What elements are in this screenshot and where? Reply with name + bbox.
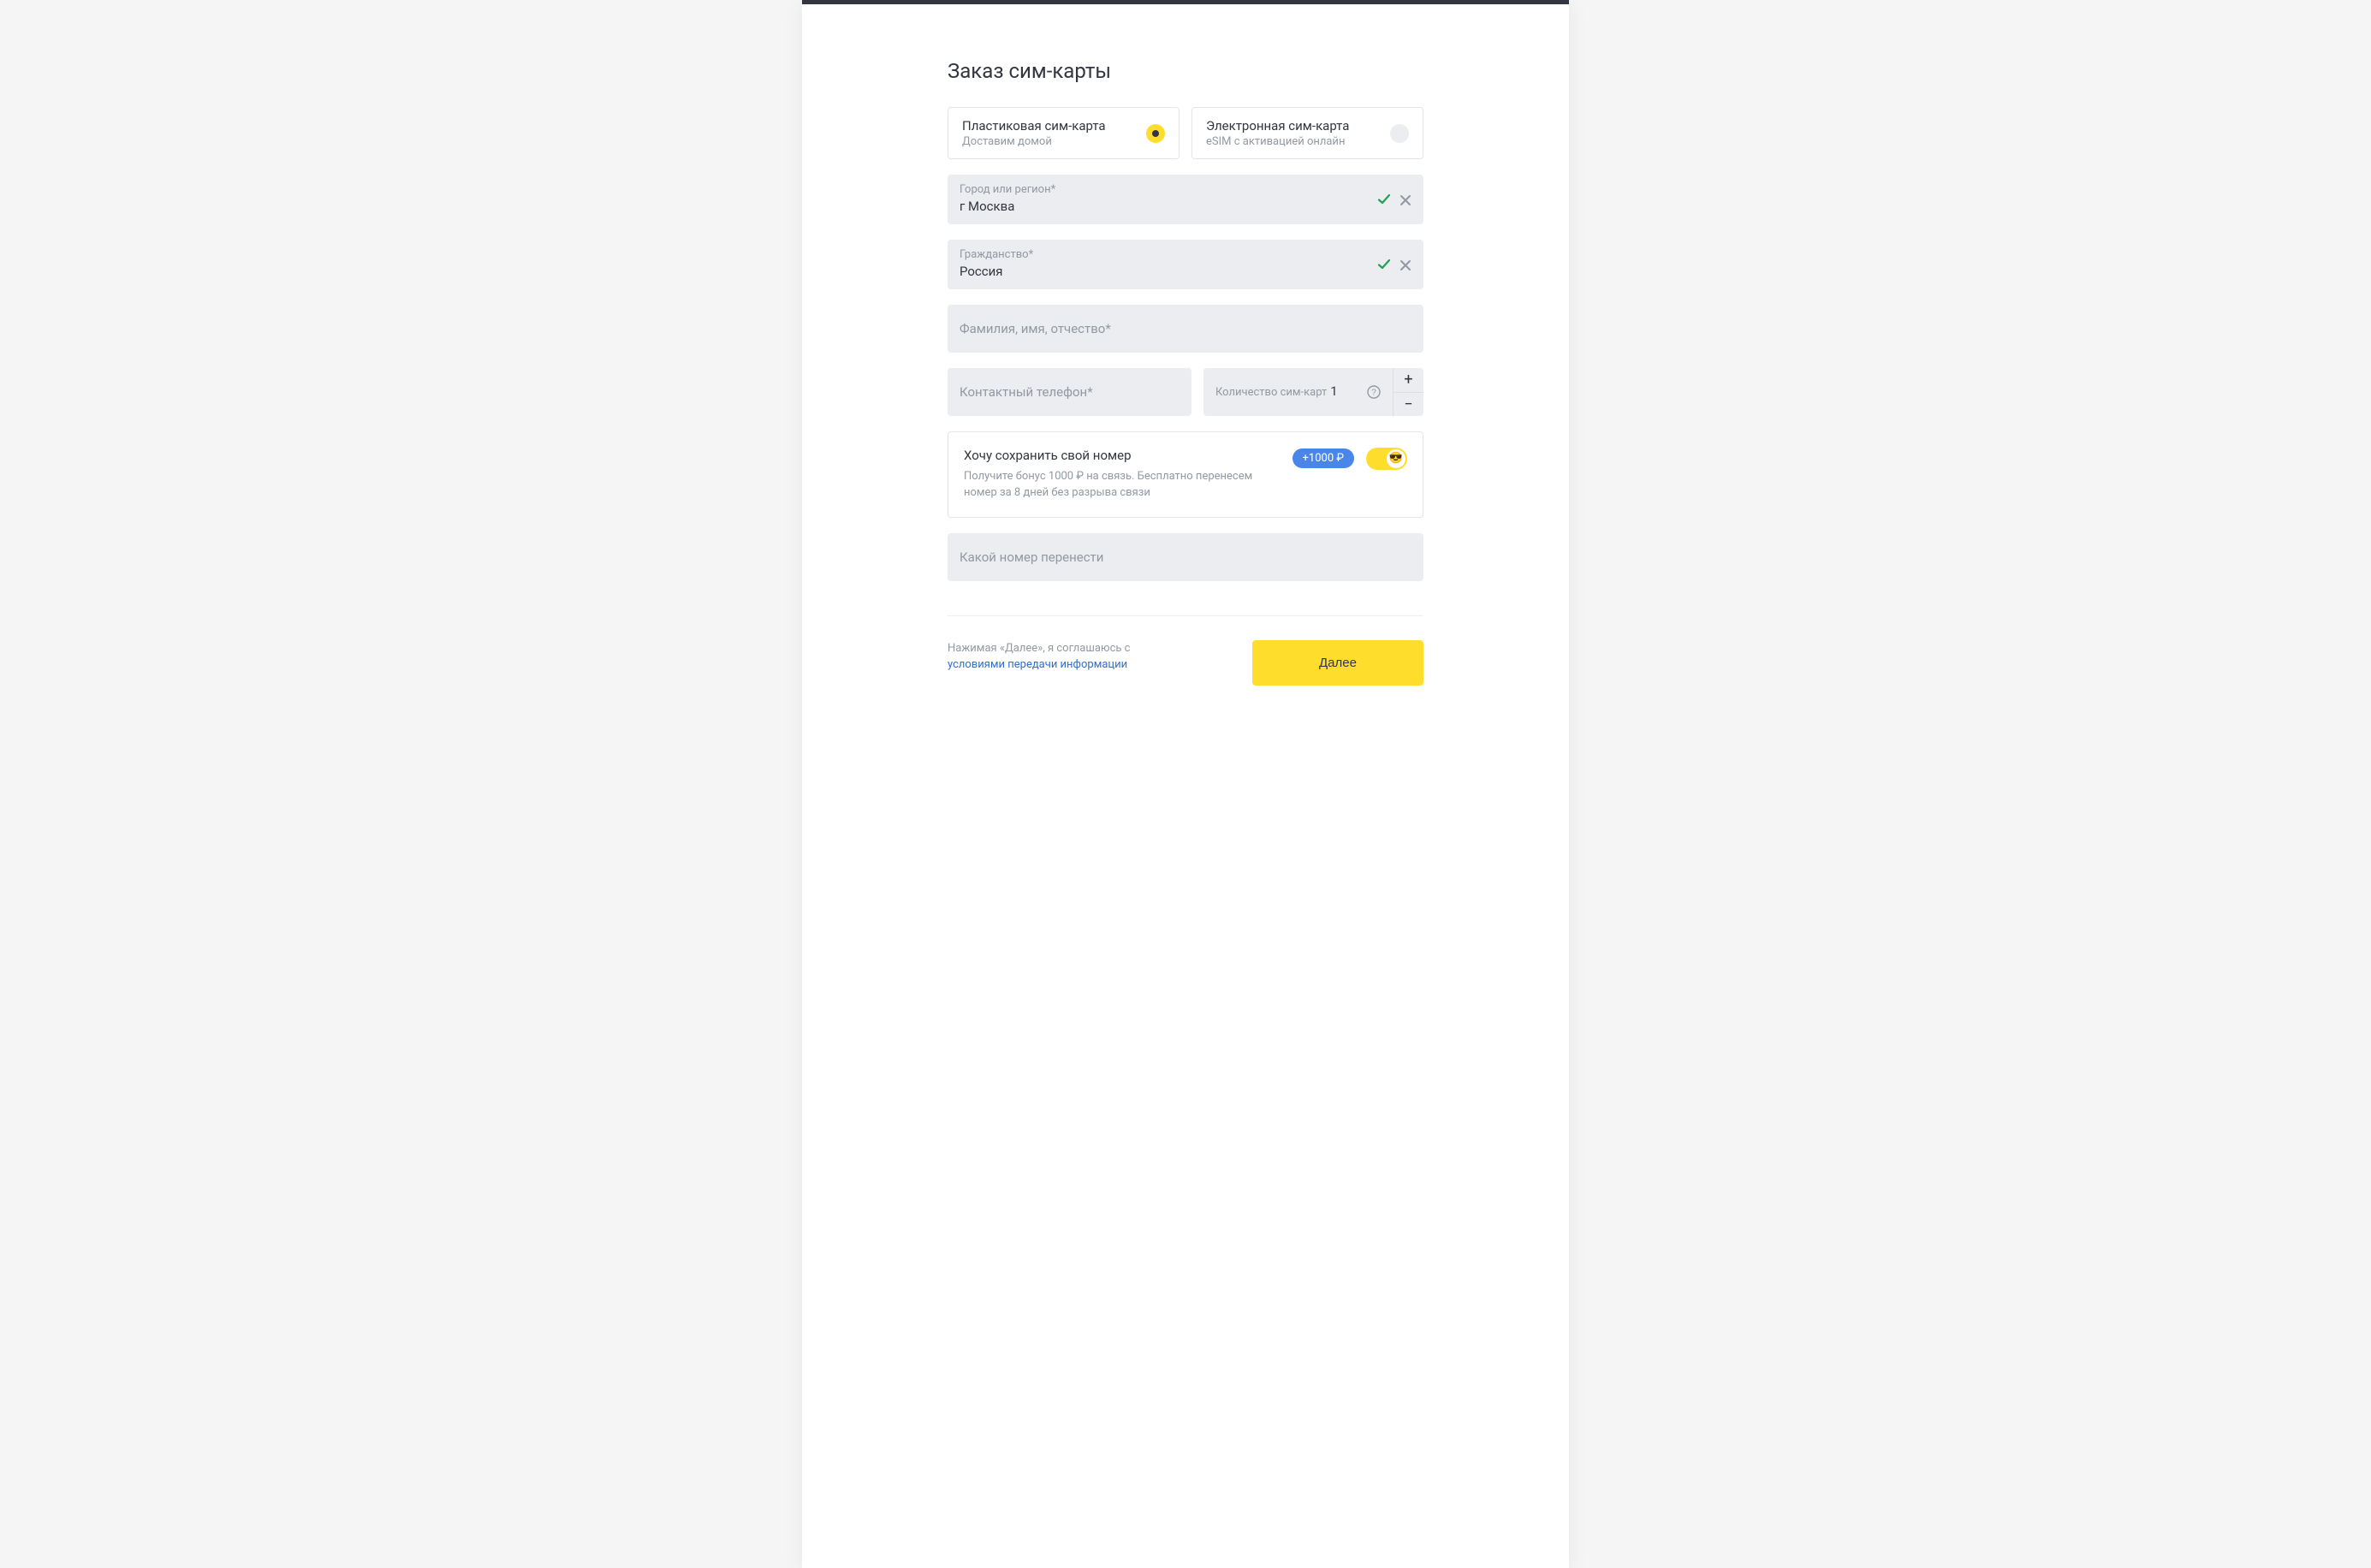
- page-title: Заказ сим-карты: [948, 59, 1423, 83]
- radio-selected-icon: [1146, 124, 1165, 143]
- bonus-badge: +1000 ₽: [1292, 448, 1354, 468]
- sim-option-esim[interactable]: Электронная сим-карта eSIM с активацией …: [1191, 107, 1423, 159]
- citizenship-value: Россия: [960, 263, 1033, 281]
- qty-plus-button[interactable]: +: [1393, 368, 1423, 392]
- sim-option-esim-title: Электронная сим-карта: [1206, 118, 1349, 134]
- keep-number-desc: Получите бонус 1000 ₽ на связь. Бесплатн…: [964, 468, 1279, 502]
- qty-label: Количество сим-карт: [1215, 386, 1327, 399]
- keep-number-title: Хочу сохранить свой номер: [964, 448, 1279, 463]
- plus-icon: +: [1404, 371, 1412, 389]
- fio-field[interactable]: Фамилия, имя, отчество*: [948, 305, 1423, 353]
- agreement-prefix: Нажимая «Далее», я соглашаюсь с: [948, 642, 1130, 655]
- toggle-knob-emoji-icon: 😎: [1387, 449, 1405, 468]
- citizenship-field[interactable]: Гражданство* Россия: [948, 240, 1423, 289]
- sim-option-plastic-title: Пластиковая сим-карта: [962, 118, 1106, 134]
- check-icon: [1377, 193, 1391, 206]
- citizenship-label: Гражданство*: [960, 248, 1033, 263]
- sim-option-plastic[interactable]: Пластиковая сим-карта Доставим домой: [948, 107, 1180, 159]
- minus-icon: −: [1404, 395, 1412, 413]
- city-value: г Москва: [960, 198, 1055, 216]
- phone-field[interactable]: Контактный телефон*: [948, 368, 1191, 416]
- qty-minus-button[interactable]: −: [1393, 392, 1423, 416]
- agreement-text: Нажимая «Далее», я соглашаюсь с условиям…: [948, 640, 1179, 674]
- clear-icon[interactable]: [1399, 193, 1411, 205]
- sim-option-plastic-subtitle: Доставим домой: [962, 135, 1106, 148]
- clear-icon[interactable]: [1399, 258, 1411, 270]
- phone-placeholder: Контактный телефон*: [960, 384, 1093, 400]
- terms-link[interactable]: условиями передачи информации: [948, 658, 1127, 671]
- transfer-number-placeholder: Какой номер перенести: [960, 549, 1103, 565]
- city-label: Город или регион*: [960, 183, 1055, 198]
- qty-value: 1: [1330, 383, 1337, 399]
- keep-number-toggle[interactable]: 😎: [1366, 448, 1407, 470]
- svg-text:?: ?: [1371, 388, 1376, 397]
- help-icon[interactable]: ?: [1367, 385, 1381, 399]
- city-field[interactable]: Город или регион* г Москва: [948, 175, 1423, 224]
- check-icon: [1377, 258, 1391, 271]
- radio-unselected-icon: [1390, 124, 1409, 143]
- separator: [948, 615, 1423, 616]
- qty-field[interactable]: Количество сим-карт 1 ?: [1203, 368, 1393, 416]
- sim-option-esim-subtitle: eSIM с активацией онлайн: [1206, 135, 1349, 148]
- keep-number-card: Хочу сохранить свой номер Получите бонус…: [948, 431, 1423, 518]
- next-button[interactable]: Далее: [1252, 640, 1423, 686]
- transfer-number-field[interactable]: Какой номер перенести: [948, 533, 1423, 581]
- fio-placeholder: Фамилия, имя, отчество*: [960, 321, 1111, 336]
